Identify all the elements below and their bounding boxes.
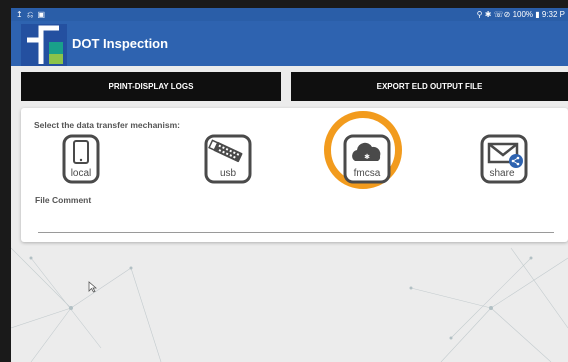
export-eld-output-file-button[interactable]: EXPORT ELD OUTPUT FILE: [291, 72, 568, 101]
local-transfer-option[interactable]: local: [55, 134, 107, 184]
local-option-label: local: [71, 168, 92, 179]
print-display-logs-button[interactable]: PRINT-DISPLAY LOGS: [21, 72, 281, 101]
dot-logo-icon: [21, 24, 67, 66]
app-title: DOT Inspection: [72, 36, 169, 51]
file-comment-label: File Comment: [35, 195, 92, 205]
fmcsa-option-label: fmcsa: [354, 168, 381, 179]
svg-text:✱: ✱: [364, 153, 370, 161]
mouse-cursor-icon: [88, 281, 97, 293]
share-option-label: share: [489, 168, 514, 179]
usb-transfer-option[interactable]: usb: [202, 134, 254, 184]
cloud-icon: ✱ fmcsa: [343, 134, 391, 184]
envelope-share-icon: share: [480, 134, 528, 184]
status-bar: ↥ ⎌ ▣ ⚲ ✱ ☏⊘ 100% ▮ 9:32 P: [11, 8, 568, 21]
usb-drive-icon: usb: [204, 134, 252, 184]
transfer-prompt: Select the data transfer mechanism:: [34, 120, 180, 130]
fmcsa-transfer-option[interactable]: ✱ fmcsa: [341, 134, 393, 184]
file-comment-input[interactable]: [38, 216, 554, 233]
status-right-info: ⚲ ✱ ☏⊘ 100% ▮ 9:32 P: [476, 10, 565, 19]
usb-option-label: usb: [220, 168, 237, 179]
status-left-icons: ↥ ⎌ ▣: [16, 10, 47, 19]
transfer-card: Select the data transfer mechanism: loca…: [21, 108, 568, 242]
device-screen: ↥ ⎌ ▣ ⚲ ✱ ☏⊘ 100% ▮ 9:32 P DOT Inspectio…: [11, 8, 568, 362]
app-bar: DOT Inspection: [11, 21, 568, 66]
share-transfer-option[interactable]: share: [478, 134, 530, 184]
phone-icon: local: [62, 134, 100, 184]
